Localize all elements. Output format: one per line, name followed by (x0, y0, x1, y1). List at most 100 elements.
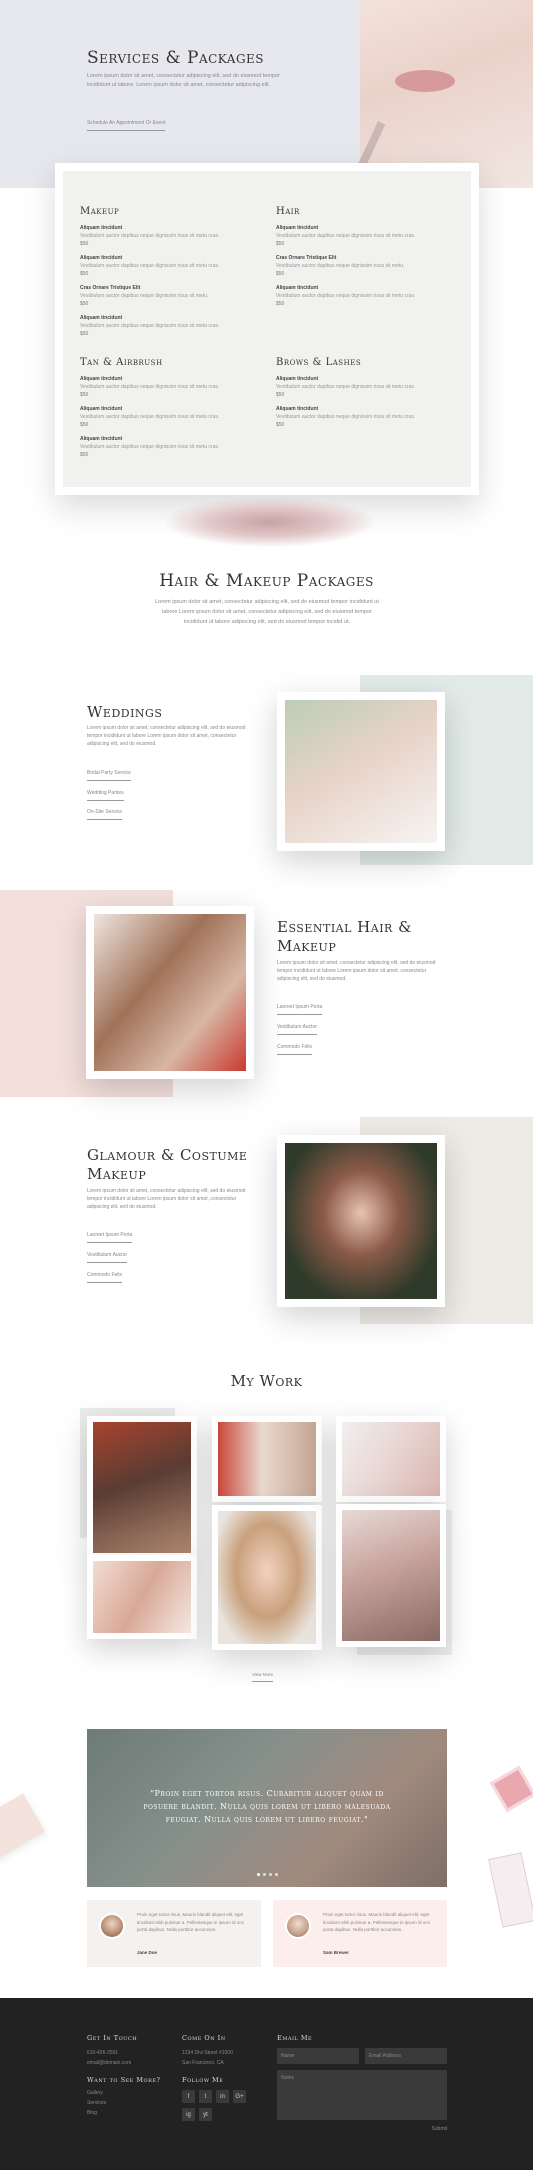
twitter-icon[interactable]: t (199, 2090, 212, 2103)
service-item-name: Aliquam tincidunt (276, 225, 319, 231)
service-item-desc: Vestibulum auctor dapibus neque dignissi… (276, 414, 416, 420)
linkedin-icon[interactable]: in (216, 2090, 229, 2103)
essential-title: Essential Hair & Makeup (277, 918, 412, 955)
service-item-desc: Vestibulum auctor dapibus neque dignissi… (276, 263, 405, 269)
instagram-icon[interactable]: ig (182, 2108, 195, 2121)
service-item: Cras Ornare Tristique Elit Vestibulum auc… (80, 285, 230, 307)
weddings-link-3[interactable]: On-Site Service (87, 809, 123, 820)
submit-button[interactable]: Submit (277, 2126, 447, 2132)
service-item-price: $50 (276, 271, 285, 277)
footer-link-services[interactable]: Services (87, 2098, 161, 2108)
hero-face-image (352, 0, 533, 188)
slider-dot-4[interactable] (275, 1873, 278, 1876)
footer-link-gallery[interactable]: Gallery (87, 2088, 161, 2098)
footer-link-blog[interactable]: Blog (87, 2108, 161, 2118)
service-item-price: $50 (80, 422, 89, 428)
service-item-price: $50 (80, 301, 89, 307)
work-hair-stylist-image (93, 1422, 191, 1553)
view-more-button[interactable]: View More (252, 1672, 274, 1682)
glamour-link-1[interactable]: Laoreet Ipsum Porta (87, 1232, 133, 1243)
tan-heading: Tan & Airbrush (80, 357, 163, 368)
service-item-price: $50 (276, 392, 285, 398)
google-plus-icon[interactable]: G+ (233, 2090, 246, 2103)
service-item: Aliquam tincidunt Vestibulum auctor dapib… (80, 376, 230, 398)
essential-link-3[interactable]: Commodo Felis (277, 1044, 313, 1055)
slider-dot-1[interactable] (257, 1873, 260, 1876)
notes-field[interactable]: Notes (277, 2070, 447, 2120)
footer-contact: Get In Touch 610-426-2501 email@domain.c… (87, 2034, 161, 2118)
footer-address: Come On In 1234 Divi Street #1000 San Fr… (182, 2034, 250, 2121)
service-item-name: Aliquam tincidunt (80, 255, 123, 261)
facebook-icon[interactable]: f (182, 2090, 195, 2103)
brows-heading: Brows & Lashes (276, 357, 362, 368)
avatar (99, 1913, 125, 1939)
service-item-price: $50 (276, 301, 285, 307)
service-item-price: $50 (80, 452, 89, 458)
weddings-link-2[interactable]: Wedding Parties (87, 790, 124, 801)
service-item-name: Cras Ornare Tristique Elit (80, 285, 141, 291)
service-item-name: Aliquam tincidunt (80, 225, 123, 231)
footer-email-form: Email Me Name Email Address Notes Submit (277, 2034, 447, 2132)
work-photo-6 (336, 1504, 446, 1647)
work-title: My Work (230, 1372, 303, 1390)
service-item: Aliquam tincidunt Vestibulum auctor dapib… (276, 225, 426, 247)
powder-splash-image (165, 497, 375, 547)
work-photo-5 (336, 1416, 446, 1502)
service-item-price: $50 (80, 241, 89, 247)
footer-follow-heading: Follow Me (182, 2076, 224, 2084)
service-item: Aliquam tincidunt Vestibulum auctor dapib… (80, 255, 230, 277)
name-field[interactable]: Name (277, 2048, 359, 2064)
essential-link-1[interactable]: Laoreet Ipsum Porta (277, 1004, 323, 1015)
work-blush-brush-image (342, 1510, 440, 1641)
glamour-body: Lorem ipsum dolor sit amet, consectetur … (87, 1188, 246, 1210)
service-item-desc: Vestibulum auctor dapibus neque dignissi… (80, 263, 220, 269)
glamour-link-2[interactable]: Vestibulum Auctor (87, 1252, 128, 1263)
slider-dot-3[interactable] (269, 1873, 272, 1876)
testimonial-card-name: Jane Doe (137, 1950, 158, 1955)
service-item-desc: Vestibulum auctor dapibus neque dignissi… (80, 233, 220, 239)
service-item-name: Aliquam tincidunt (276, 376, 319, 382)
slider-dot-2[interactable] (263, 1873, 266, 1876)
youtube-icon[interactable]: yt (199, 2108, 212, 2121)
testimonial-card-text: Proin eget tortor risus. Mauris blandit … (323, 1912, 431, 1932)
footer-email-heading: Email Me (277, 2034, 313, 2042)
service-item-desc: Vestibulum auctor dapibus neque dignissi… (276, 384, 416, 390)
hero-title: Services & Packages (87, 48, 265, 68)
service-item-desc: Vestibulum auctor dapibus neque dignissi… (80, 444, 220, 450)
testimonial-dots (257, 1873, 278, 1876)
service-item-name: Cras Ornare Tristique Elit (276, 255, 337, 261)
service-item-desc: Vestibulum auctor dapibus neque dignissi… (80, 384, 220, 390)
service-item-name: Aliquam tincidunt (276, 406, 319, 412)
hero-cta-link[interactable]: Schedule An Appointment Or Event (87, 120, 166, 131)
weddings-link-1[interactable]: Bridal Party Service (87, 770, 131, 781)
hair-heading: Hair (276, 206, 300, 217)
work-artist-image (218, 1422, 316, 1496)
weddings-photo (277, 692, 445, 851)
hero-body: Lorem ipsum dolor sit amet, consectetur … (87, 73, 280, 88)
essential-body: Lorem ipsum dolor sit amet, consectetur … (277, 960, 436, 982)
service-item-desc: Vestibulum auctor dapibus neque dignissi… (80, 414, 220, 420)
email-field[interactable]: Email Address (365, 2048, 447, 2064)
footer-email[interactable]: email@domain.com (87, 2058, 161, 2068)
weddings-body: Lorem ipsum dolor sit amet, consectetur … (87, 725, 246, 747)
work-photo-2 (87, 1555, 197, 1639)
glamour-link-3[interactable]: Commodo Felis (87, 1272, 123, 1283)
service-item-name: Aliquam tincidunt (80, 315, 123, 321)
work-photo-1 (87, 1416, 197, 1559)
essential-link-2[interactable]: Vestibulum Auctor (277, 1024, 318, 1035)
glamour-title: Glamour & Costume Makeup (87, 1146, 248, 1183)
blush-compact-image (489, 1765, 533, 1813)
glamour-woman-image (285, 1143, 437, 1299)
footer: Get In Touch 610-426-2501 email@domain.c… (0, 1998, 533, 2170)
services-panel: Makeup Aliquam tincidunt Vestibulum aucto… (55, 163, 479, 495)
footer-phone[interactable]: 610-426-2501 (87, 2048, 161, 2058)
glamour-photo (277, 1135, 445, 1307)
work-photo-3 (212, 1416, 322, 1502)
work-eye-makeup-image (93, 1561, 191, 1633)
service-item: Aliquam tincidunt Vestibulum auctor dapib… (80, 406, 230, 428)
footer-form-row: Name Email Address (277, 2048, 447, 2064)
footer-touch-heading: Get In Touch (87, 2034, 138, 2042)
packages-body: Lorem ipsum dolor sit amet, consectetur … (155, 599, 379, 625)
service-item-name: Aliquam tincidunt (276, 285, 319, 291)
makeup-column: Makeup Aliquam tincidunt Vestibulum aucto… (80, 206, 230, 337)
